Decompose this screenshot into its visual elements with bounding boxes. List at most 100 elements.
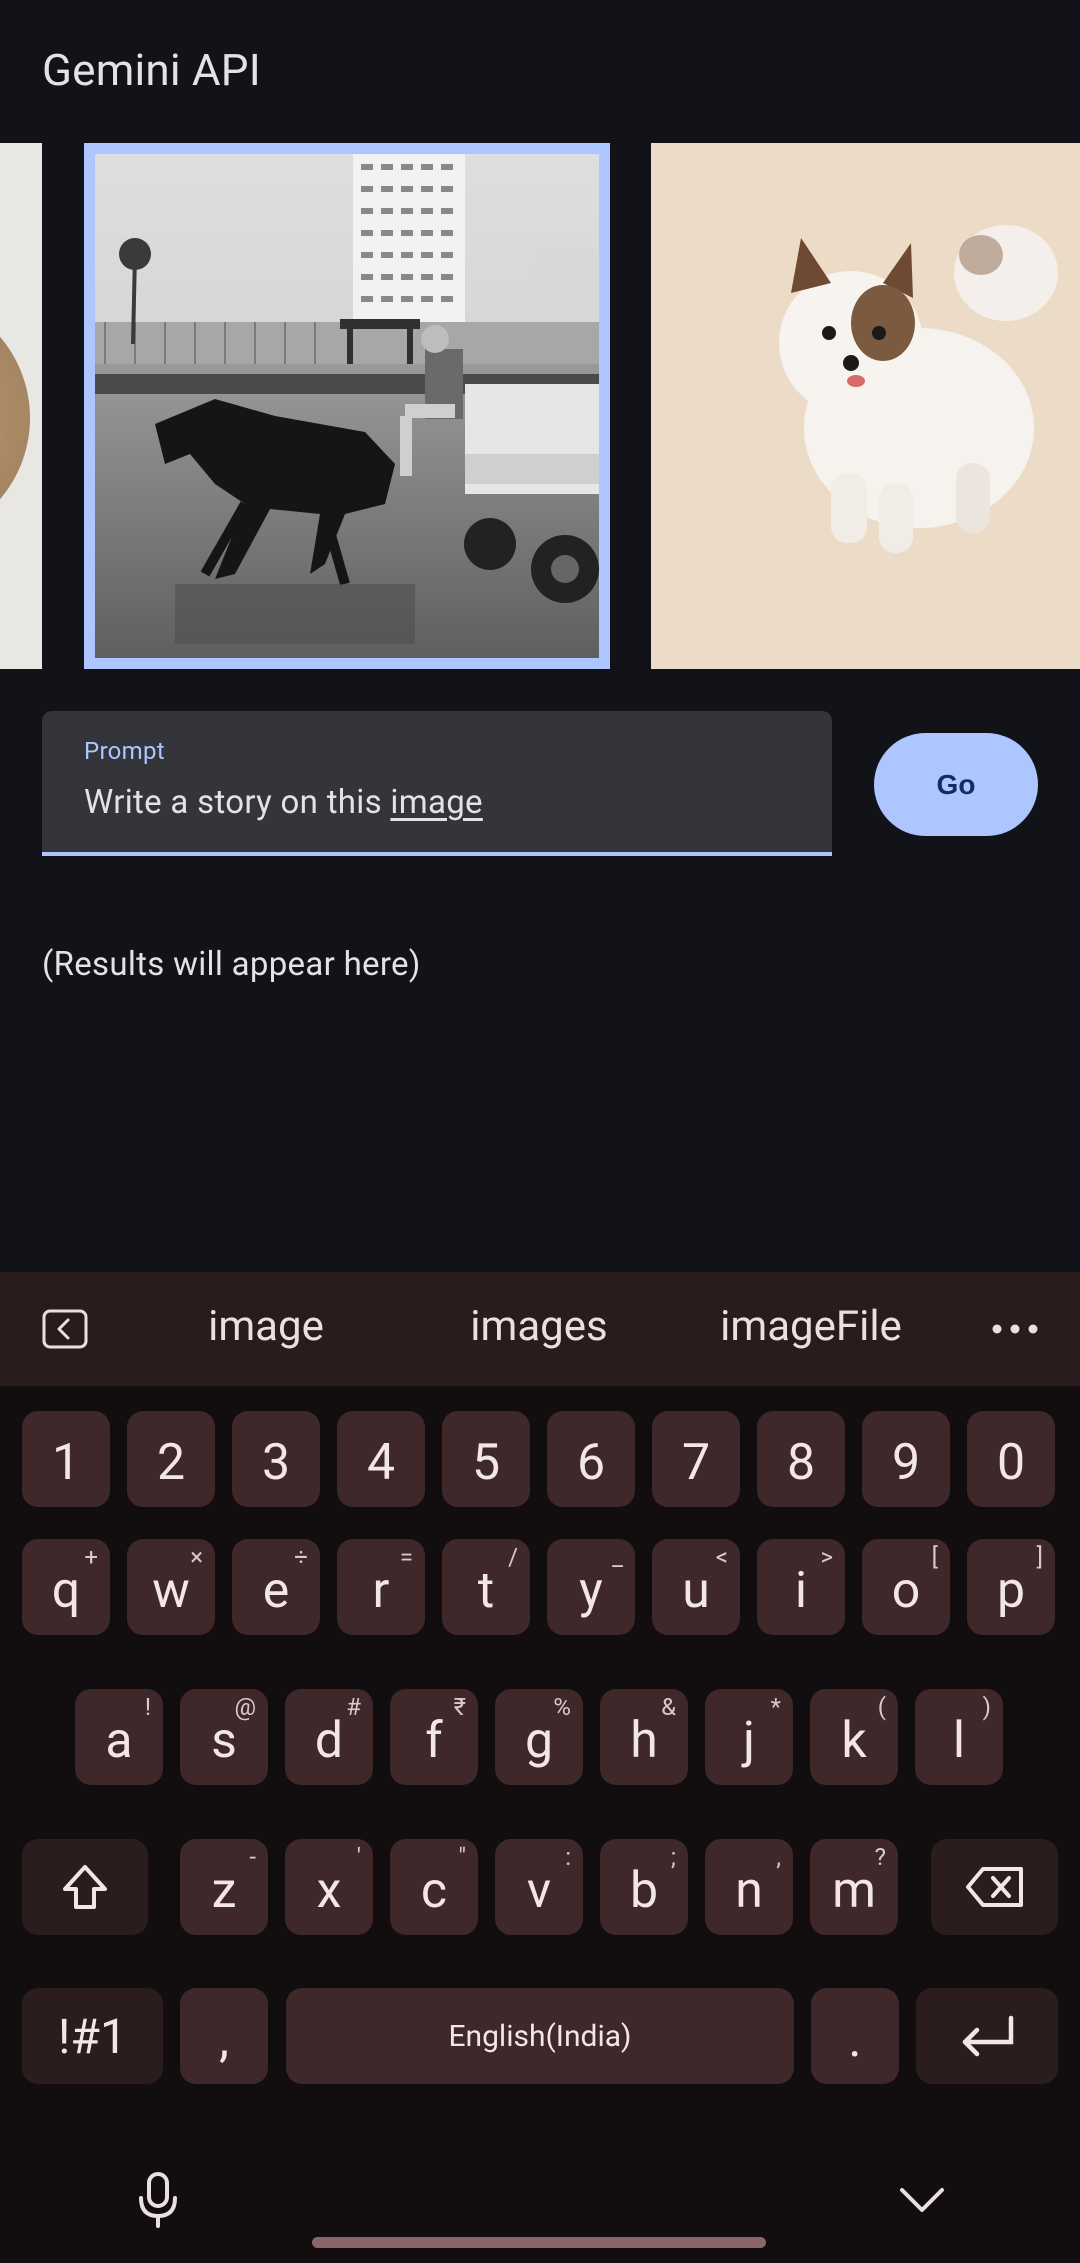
key-p[interactable]: ] p (967, 1539, 1055, 1635)
backspace-key[interactable] (931, 1839, 1058, 1935)
key-h[interactable]: & h (600, 1689, 688, 1785)
key-label: k (841, 1712, 867, 1770)
results-placeholder: (Results will appear here) (42, 945, 421, 984)
key-8[interactable]: 8 (757, 1411, 845, 1507)
key-g[interactable]: % g (495, 1689, 583, 1785)
key-6[interactable]: 6 (547, 1411, 635, 1507)
key-2[interactable]: 2 (127, 1411, 215, 1507)
key-1[interactable]: 1 (22, 1411, 110, 1507)
period-key[interactable]: . (811, 1988, 899, 2084)
key-t[interactable]: / t (442, 1539, 530, 1635)
key-label: s (211, 1712, 237, 1770)
key-n[interactable]: ,n (705, 1839, 793, 1935)
space-key[interactable]: English(India) (286, 1988, 794, 2084)
key-v[interactable]: :v (495, 1839, 583, 1935)
key-secondary-symbol: _ (612, 1543, 623, 1571)
app-screen: Gemini API Prompt Write a story on this … (0, 0, 1080, 1272)
key-7[interactable]: 7 (652, 1411, 740, 1507)
shift-key[interactable] (22, 1839, 148, 1935)
backspace-icon (965, 1867, 1023, 1907)
key-r[interactable]: = r (337, 1539, 425, 1635)
key-label: 6 (576, 1434, 606, 1492)
key-d[interactable]: # d (285, 1689, 373, 1785)
key-secondary-symbol: & (661, 1693, 676, 1721)
key-q[interactable]: + q (22, 1539, 110, 1635)
key-o[interactable]: [o (862, 1539, 950, 1635)
more-options-icon[interactable] (990, 1322, 1040, 1336)
keyboard-toolbar-back-icon[interactable] (42, 1309, 88, 1349)
microphone-icon[interactable] (136, 2172, 180, 2228)
key-label: 4 (366, 1434, 396, 1492)
enter-icon (962, 2015, 1014, 2057)
image-thumbnail-left[interactable] (0, 143, 42, 669)
symbols-key[interactable]: !#1 (22, 1988, 163, 2084)
key-u[interactable]: < u (652, 1539, 740, 1635)
key-s[interactable]: @ s (180, 1689, 268, 1785)
home-indicator[interactable] (312, 2237, 766, 2248)
key-m[interactable]: ? m (810, 1839, 898, 1935)
key-j[interactable]: * j (705, 1689, 793, 1785)
key-l[interactable]: ) l (915, 1689, 1003, 1785)
go-button[interactable]: Go (874, 733, 1038, 836)
key-x[interactable]: ' x (285, 1839, 373, 1935)
key-label: z (211, 1862, 237, 1920)
comma-key[interactable]: , (180, 1988, 268, 2084)
key-label: b (629, 1862, 659, 1920)
enter-key[interactable] (916, 1988, 1058, 2084)
key-label: y (579, 1562, 603, 1620)
period-key-label: . (848, 2011, 862, 2069)
image-thumbnail-selected[interactable] (84, 143, 610, 669)
key-9[interactable]: 9 (862, 1411, 950, 1507)
key-secondary-symbol: ÷ (294, 1543, 308, 1571)
key-c[interactable]: " c (390, 1839, 478, 1935)
key-label: n (735, 1862, 763, 1920)
key-label: 2 (156, 1434, 186, 1492)
space-key-label: English(India) (448, 2018, 632, 2054)
key-5[interactable]: 5 (442, 1411, 530, 1507)
key-f[interactable]: ₹ f (390, 1689, 478, 1785)
key-label: w (152, 1562, 190, 1620)
key-label: v (526, 1862, 552, 1920)
key-w[interactable]: × w (127, 1539, 215, 1635)
key-secondary-symbol: @ (234, 1693, 256, 1721)
key-label: 1 (51, 1434, 81, 1492)
image-carousel[interactable] (0, 143, 1080, 669)
food-plate-image (0, 293, 30, 543)
app-title: Gemini API (42, 44, 261, 96)
image-thumbnail-right[interactable] (651, 143, 1080, 669)
key-secondary-symbol: % (553, 1693, 571, 1721)
key-4[interactable]: 4 (337, 1411, 425, 1507)
prompt-label: Prompt (84, 737, 165, 765)
key-secondary-symbol: × (190, 1543, 203, 1571)
suggestion-3[interactable]: imageFile (676, 1302, 946, 1351)
key-secondary-symbol: < (715, 1543, 728, 1571)
key-label: h (630, 1712, 658, 1770)
key-secondary-symbol: ) (982, 1693, 991, 1721)
key-y[interactable]: _ y (547, 1539, 635, 1635)
key-a[interactable]: ! a (75, 1689, 163, 1785)
key-label: c (420, 1862, 448, 1920)
horse-cart-photo (95, 154, 599, 658)
key-0[interactable]: 0 (967, 1411, 1055, 1507)
hide-keyboard-chevron-down-icon[interactable] (898, 2186, 946, 2214)
shift-icon (63, 1865, 107, 1909)
suggestion-2[interactable]: images (404, 1302, 674, 1351)
key-3[interactable]: 3 (232, 1411, 320, 1507)
key-label: q (51, 1562, 81, 1620)
key-label: 0 (996, 1434, 1026, 1492)
key-k[interactable]: (k (810, 1689, 898, 1785)
suggestion-bar: image images imageFile (0, 1272, 1080, 1386)
key-z[interactable]: -z (180, 1839, 268, 1935)
key-label: 7 (681, 1434, 711, 1492)
dog-photo (651, 143, 1080, 669)
key-label: 9 (891, 1434, 921, 1492)
prompt-field[interactable]: Prompt Write a story on this image (42, 711, 832, 856)
key-label: 5 (471, 1434, 501, 1492)
key-label: 3 (261, 1434, 291, 1492)
key-e[interactable]: ÷ e (232, 1539, 320, 1635)
prompt-input[interactable]: Write a story on this image (84, 783, 483, 822)
suggestion-1[interactable]: image (131, 1302, 401, 1351)
key-i[interactable]: > i (757, 1539, 845, 1635)
key-b[interactable]: ; b (600, 1839, 688, 1935)
key-label: 8 (786, 1434, 816, 1492)
